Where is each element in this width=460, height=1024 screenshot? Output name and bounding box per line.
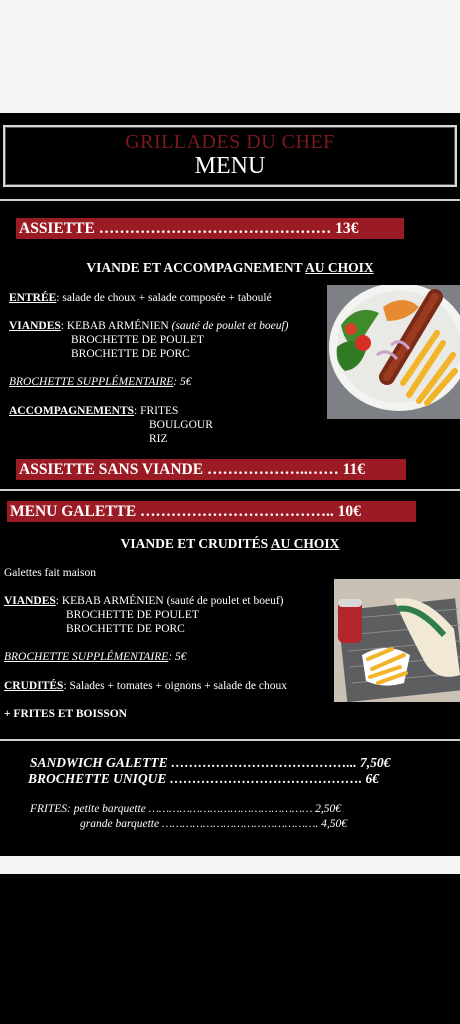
galette-choice-heading: VIANDE ET CRUDITÉS AU CHOIX [0, 536, 460, 552]
viandes-text: : KEBAB ARMÉNIEN [60, 320, 169, 332]
crudites-line: CRUDITÉS: Salades + tomates + oignons + … [4, 679, 287, 693]
galette-choice-suffix: AU CHOIX [270, 536, 340, 551]
sans-viande-price-bar: ASSIETTE SANS VIANDE ………………..…… 11€ [16, 459, 406, 480]
header-title: MENU [194, 153, 266, 179]
viandes-item-poulet: BROCHETTE DE POULET [71, 334, 204, 346]
viandes-item-porc: BROCHETTE DE PORC [71, 348, 190, 360]
plate-illustration [327, 285, 460, 419]
assiette-choice-suffix: AU CHOIX [305, 260, 374, 275]
galette-viandes-line: VIANDES: KEBAB ARMÉNIEN (sauté de poulet… [4, 594, 284, 608]
accomp-riz: RIZ [149, 433, 168, 445]
galette-supplement-line: BROCHETTE SUPPLÉMENTAIRE: 5€ [4, 650, 187, 664]
top-margin [0, 0, 460, 113]
divider [0, 199, 460, 201]
viandes-label: VIANDES [9, 320, 61, 332]
supplement-line: BROCHETTE SUPPLÉMENTAIRE: 5€ [9, 375, 192, 389]
entree-label: ENTRÉE [9, 292, 57, 304]
entree-text: : salade de choux + salade composée + ta… [56, 292, 272, 304]
frites-grande-price: grande barquette ………………………………………. 4,50€ [80, 818, 347, 830]
mid-margin [0, 856, 460, 874]
assiette-photo [327, 285, 460, 419]
divider [0, 739, 460, 741]
entree-line: ENTRÉE: salade de choux + salade composé… [9, 291, 272, 305]
crudites-text: : Salades + tomates + oignons + salade d… [63, 680, 287, 692]
galette-viandes-poulet: BROCHETTE DE POULET [66, 609, 199, 621]
supplement-price: : 5€ [173, 376, 192, 388]
galette-viandes-porc: BROCHETTE DE PORC [66, 623, 185, 635]
galette-supplement-price: : 5€ [168, 651, 187, 663]
frites-et-boisson: + FRITES ET BOISSON [4, 708, 127, 720]
galette-illustration [334, 579, 460, 702]
menu-header: GRILLADES DU CHEF MENU [3, 125, 457, 187]
viandes-line: VIANDES: KEBAB ARMÉNIEN (sauté de poulet… [9, 319, 289, 333]
galette-viandes-text: : KEBAB ARMÉNIEN (sauté de poulet et boe… [55, 595, 284, 607]
divider [0, 489, 460, 491]
galette-price-bar: MENU GALETTE ……………………………….. 10€ [7, 501, 416, 522]
assiette-price-bar: ASSIETTE ……………………………………… 13€ [16, 218, 404, 239]
accomp-boulgour: BOULGOUR [149, 419, 213, 431]
galettes-fait-maison: Galettes fait maison [4, 567, 96, 579]
sandwich-galette-price: SANDWICH GALETTE …………………………………... 7,50€ [30, 755, 391, 770]
galette-supplement-label: BROCHETTE SUPPLÉMENTAIRE [4, 651, 169, 663]
menu-page: GRILLADES DU CHEF MENU ASSIETTE ……………………… [0, 113, 460, 856]
galette-choice-text: VIANDE ET CRUDITÉS [120, 536, 269, 551]
galette-photo [334, 579, 460, 702]
accomp-frites: : FRITES [134, 405, 179, 417]
frites-petite-price: FRITES: petite barquette ………………………………………… [30, 803, 342, 815]
viandes-note: (sauté de poulet et boeuf) [171, 320, 289, 332]
bottom-panel [0, 874, 460, 1024]
header-subtitle: GRILLADES DU CHEF [125, 131, 335, 153]
accompagnements-label: ACCOMPAGNEMENTS [9, 405, 135, 417]
crudites-label: CRUDITÉS [4, 680, 64, 692]
supplement-label: BROCHETTE SUPPLÉMENTAIRE [9, 376, 174, 388]
brochette-unique-price: BROCHETTE UNIQUE ……………………………………. 6€ [28, 771, 380, 786]
accompagnements-line: ACCOMPAGNEMENTS: FRITES [9, 404, 178, 418]
galette-viandes-label: VIANDES [4, 595, 56, 607]
assiette-choice-heading: VIANDE ET ACCOMPAGNEMENT AU CHOIX [0, 260, 460, 276]
assiette-choice-text: VIANDE ET ACCOMPAGNEMENT [86, 260, 303, 275]
